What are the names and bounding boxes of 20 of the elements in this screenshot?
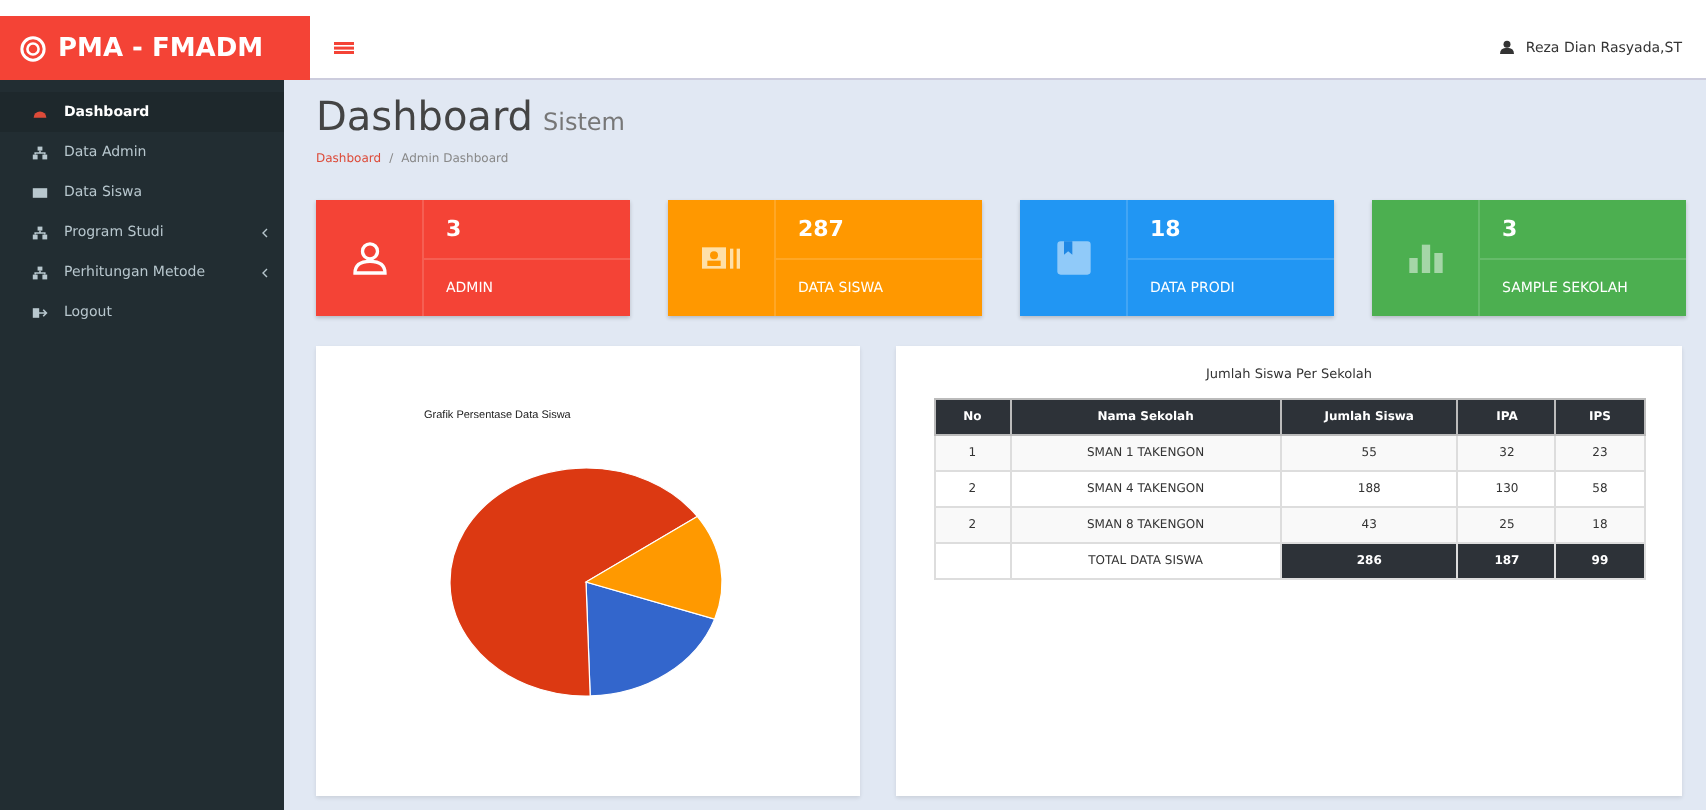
stat-value: 3 [424, 200, 630, 260]
menu-icon[interactable] [334, 41, 354, 53]
stat-value: 3 [1480, 200, 1686, 260]
sitemap-icon [32, 225, 48, 239]
sitemap-icon [32, 145, 48, 159]
page-subtitle: Sistem [543, 108, 625, 136]
sitemap-icon [32, 265, 48, 279]
chevron-left-icon [262, 227, 268, 237]
book-icon [1053, 238, 1093, 278]
list-icon [32, 185, 48, 199]
logo-icon [20, 35, 46, 61]
brand-logo[interactable]: PMA - FMADM [0, 16, 310, 80]
page-title: Dashboard [316, 92, 534, 140]
logout-icon [32, 305, 48, 319]
user-icon [1499, 40, 1514, 54]
user-icon [349, 238, 389, 278]
dashboard-icon [32, 105, 48, 119]
stat-value: 287 [776, 200, 982, 260]
stat-value: 18 [1128, 200, 1334, 260]
chevron-left-icon [262, 267, 268, 277]
